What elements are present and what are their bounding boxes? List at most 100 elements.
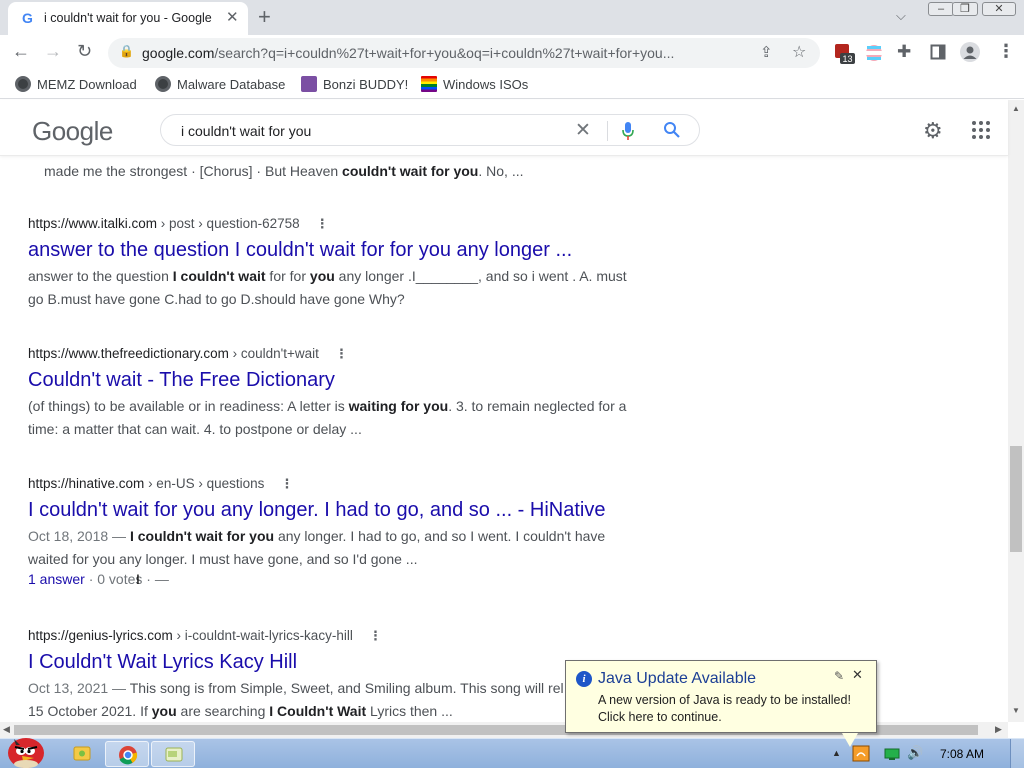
snippet-text: (of things) to be available or in readin…: [28, 398, 349, 414]
google-favicon-icon: G: [22, 10, 33, 26]
reload-icon[interactable]: ↻: [77, 41, 92, 62]
result-title-link[interactable]: Couldn't wait - The Free Dictionary: [28, 369, 628, 392]
taskbar-explorer-button[interactable]: [60, 741, 104, 767]
minimize-window-button[interactable]: ‒: [928, 2, 954, 16]
bookmark-windows-isos[interactable]: Windows ISOs: [421, 76, 528, 94]
result-site: https://www.italki.com: [28, 216, 158, 231]
url-text[interactable]: google.com/search?q=i+couldn%27t+wait+fo…: [142, 45, 752, 61]
google-apps-icon[interactable]: [972, 121, 990, 139]
result-path: › en-US › questions: [144, 476, 265, 491]
previous-result-snippet: made me the strongest · [Chorus] · But H…: [44, 160, 644, 183]
vertical-scrollbar[interactable]: ▲ ▼: [1008, 100, 1024, 722]
bookmark-label: Bonzi BUDDY!: [323, 77, 409, 92]
votes-text: · 0 votes · —: [84, 571, 169, 587]
bonzi-icon: [301, 76, 317, 92]
more-options-icon[interactable]: ⋮: [335, 346, 348, 362]
url-host: google.com: [142, 45, 215, 61]
browser-toolbar: ← → ↻ 🔒 google.com/search?q=i+couldn%27t…: [0, 35, 1024, 71]
show-desktop-button[interactable]: [1010, 739, 1024, 768]
restore-window-button[interactable]: ❐: [952, 2, 978, 16]
settings-gear-icon[interactable]: ⚙: [923, 118, 943, 144]
scroll-up-arrow-icon[interactable]: ▲: [1012, 104, 1020, 113]
address-bar[interactable]: 🔒 google.com/search?q=i+couldn%27t+wait+…: [108, 38, 820, 68]
search-box[interactable]: i couldn't wait for you ✕: [160, 114, 700, 146]
result-site: https://www.thefreedictionary.com: [28, 346, 229, 361]
lock-icon[interactable]: 🔒: [119, 44, 134, 58]
extensions-puzzle-icon[interactable]: ✚: [897, 42, 911, 62]
snippet-bold: I couldn't wait for you: [129, 528, 275, 544]
snippet-bold: couldn't wait for you: [342, 163, 479, 179]
more-options-icon[interactable]: ⋮: [280, 476, 293, 492]
bookmark-star-icon[interactable]: ☆: [792, 42, 806, 62]
close-notification-icon[interactable]: ✕: [852, 667, 863, 683]
tray-expand-icon[interactable]: ▲: [832, 748, 841, 758]
snippet-text: are searching: [176, 703, 270, 719]
result-title-link[interactable]: answer to the question I couldn't wait f…: [28, 239, 628, 262]
side-panel-icon[interactable]: [930, 44, 946, 60]
result-path: › couldn't+wait: [228, 346, 319, 361]
profile-avatar-icon[interactable]: [960, 42, 980, 62]
folder-icon: [73, 746, 91, 761]
result-snippet: answer to the question I couldn't wait f…: [28, 265, 628, 311]
info-icon: i: [576, 671, 592, 687]
scroll-right-arrow-icon[interactable]: ▶: [995, 724, 1002, 735]
notification-title[interactable]: Java Update Available: [598, 670, 756, 688]
more-options-icon[interactable]: ⋮: [316, 216, 329, 232]
result-site: https://hinative.com: [28, 476, 145, 491]
bookmark-bonzi-buddy[interactable]: Bonzi BUDDY!: [301, 76, 408, 94]
snippet-text: . 3. to remain neglected for a: [448, 398, 627, 414]
menu-kebab-icon[interactable]: ⋮: [997, 41, 1015, 62]
close-tab-icon[interactable]: ✕: [226, 8, 239, 26]
bookmark-malware-database[interactable]: Malware Database: [155, 76, 285, 94]
network-icon[interactable]: [884, 747, 900, 761]
flag-extension-icon[interactable]: [865, 44, 883, 62]
answers-link[interactable]: 1 answer: [28, 571, 85, 587]
snippet-text: 15 October 2021. If: [28, 703, 152, 719]
notification-line: Click here to continue.: [598, 710, 722, 724]
tab-search-chevron-icon[interactable]: ⌵: [896, 8, 906, 24]
result-cite[interactable]: https://genius-lyrics.com › i-couldnt-wa…: [28, 628, 668, 644]
microphone-icon[interactable]: [621, 121, 635, 141]
scrollbar-thumb[interactable]: [1010, 446, 1022, 552]
browser-tab[interactable]: G i couldn't wait for you - Google ✕: [8, 2, 248, 35]
snippet-text: go B.must have gone C.had to go D.should…: [28, 291, 405, 307]
taskbar-chrome-button[interactable]: [105, 741, 149, 767]
search-query[interactable]: i couldn't wait for you: [181, 123, 311, 139]
volume-icon[interactable]: 🔊: [907, 745, 923, 761]
balloon-tail: [842, 733, 858, 747]
snippet-text: any longer .I________, and so i went . A…: [334, 268, 627, 284]
snippet-text: answer to the question: [28, 268, 173, 284]
result-site: https://genius-lyrics.com: [28, 628, 173, 643]
result-hinative: https://hinative.com › en-US › questions…: [28, 476, 628, 587]
forward-arrow-icon[interactable]: →: [44, 41, 62, 62]
new-tab-icon[interactable]: +: [258, 4, 271, 30]
java-update-notification[interactable]: i Java Update Available A new version of…: [565, 660, 877, 747]
result-cite[interactable]: https://www.thefreedictionary.com › coul…: [28, 346, 628, 362]
snippet-bold: you: [309, 268, 335, 284]
rainbow-flag-icon: [421, 76, 437, 92]
bookmark-memz-download[interactable]: MEMZ Download: [15, 76, 137, 94]
scroll-down-arrow-icon[interactable]: ▼: [1012, 706, 1020, 715]
result-cite[interactable]: https://www.italki.com › post › question…: [28, 216, 628, 232]
snippet-text: made me the strongest · [Chorus] · But H…: [44, 163, 343, 179]
extension-badge-icon[interactable]: 13: [834, 43, 856, 65]
snippet-text: for for: [265, 268, 310, 284]
clear-search-icon[interactable]: ✕: [575, 119, 591, 142]
search-icon[interactable]: [663, 121, 681, 139]
notification-body[interactable]: A new version of Java is ready to be ins…: [598, 692, 851, 726]
back-arrow-icon[interactable]: ←: [12, 41, 30, 62]
close-window-button[interactable]: ✕: [982, 2, 1016, 16]
result-title-link[interactable]: I couldn't wait for you any longer. I ha…: [28, 499, 628, 522]
chrome-icon: [119, 746, 138, 765]
taskbar-clock[interactable]: 7:08 AM: [940, 747, 984, 761]
result-snippet: (of things) to be available or in readin…: [28, 395, 628, 441]
result-cite[interactable]: https://hinative.com › en-US › questions…: [28, 476, 628, 492]
pin-icon[interactable]: ✎: [834, 669, 844, 683]
snippet-text: . No, ...: [478, 163, 524, 179]
url-path: /search?q=i+couldn%27t+wait+for+you&oq=i…: [214, 45, 675, 61]
more-options-icon[interactable]: ⋮: [369, 628, 382, 644]
taskbar-app-button[interactable]: [151, 741, 195, 767]
google-logo[interactable]: Google: [32, 116, 113, 147]
start-button-angry-bird-icon[interactable]: [4, 731, 48, 768]
share-icon[interactable]: ⇪: [760, 43, 773, 61]
